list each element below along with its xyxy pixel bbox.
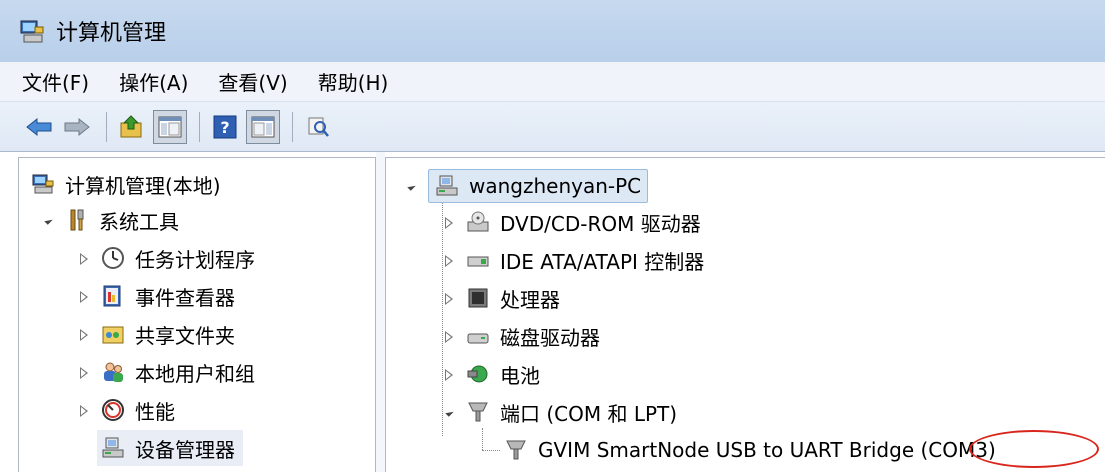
battery-icon [466, 362, 490, 386]
tree-item-ports-com-lpt[interactable]: 端口 (COM 和 LPT) [442, 394, 677, 430]
expand-arrow-icon[interactable] [77, 251, 91, 265]
tree-item-label: 事件查看器 [135, 285, 235, 310]
collapse-arrow-icon[interactable] [404, 179, 418, 193]
tree-item-disk-drives[interactable]: 磁盘驱动器 [442, 318, 600, 354]
expand-arrow-icon[interactable] [442, 367, 456, 381]
tree-item-label: IDE ATA/ATAPI 控制器 [500, 249, 705, 274]
computer-management-icon [31, 172, 55, 196]
annotation-ellipse [969, 430, 1099, 468]
up-folder-icon [120, 114, 142, 137]
tree-connector [482, 450, 500, 451]
tree-item-label: 任务计划程序 [135, 247, 255, 272]
tree-item-dvd-cd-rom-drives[interactable]: DVD/CD-ROM 驱动器 [442, 204, 701, 240]
forward-icon [64, 117, 90, 136]
expand-arrow-icon[interactable] [77, 289, 91, 303]
help-button[interactable]: ? [208, 110, 242, 144]
expand-arrow-icon[interactable] [442, 291, 456, 305]
tree-item-computer-root[interactable]: wangzhenyan-PC [404, 168, 649, 204]
tree-item-label: wangzhenyan-PC [469, 174, 642, 198]
tools-icon [65, 208, 89, 232]
tree-item-label: 性能 [135, 399, 175, 424]
optical-drive-icon [466, 210, 490, 234]
device-manager-icon [101, 436, 125, 460]
show-hide-action-pane-icon [251, 116, 275, 137]
help-icon: ? [213, 115, 237, 138]
tree-item-shared-folders[interactable]: 共享文件夹 [77, 316, 235, 352]
tree-item-task-scheduler[interactable]: 任务计划程序 [77, 240, 255, 276]
tree-item-label: 电池 [500, 363, 540, 388]
hard-disk-icon [466, 324, 490, 348]
performance-gauge-icon [101, 398, 125, 422]
tree-item-event-viewer[interactable]: 事件查看器 [77, 278, 235, 314]
tree-item-label: 处理器 [500, 287, 560, 312]
users-icon [101, 360, 125, 384]
forward-button[interactable] [60, 110, 94, 144]
storage-controller-icon [466, 248, 490, 272]
tree-item-label: 设备管理器 [135, 437, 235, 462]
tree-item-label: 共享文件夹 [135, 323, 235, 348]
tree-item-label: GVIM SmartNode USB to UART Bridge (COM3) [538, 438, 996, 462]
tree-item-label: 端口 (COM 和 LPT) [500, 401, 678, 426]
tree-item-computer-management-local[interactable]: 计算机管理(本地) [31, 166, 221, 202]
port-connector-icon [466, 400, 490, 424]
shared-folder-icon [101, 322, 125, 346]
expand-arrow-icon[interactable] [77, 403, 91, 417]
event-log-icon [101, 284, 125, 308]
collapse-arrow-icon[interactable] [41, 213, 55, 227]
back-icon [26, 117, 52, 136]
menu-file[interactable]: 文件(F) [22, 67, 89, 96]
toolbar-separator [199, 111, 200, 142]
up-folder-button[interactable] [115, 110, 149, 144]
toolbar-separator [106, 111, 107, 142]
expand-arrow-icon[interactable] [442, 253, 456, 267]
expand-arrow-icon[interactable] [442, 329, 456, 343]
processor-chip-icon [466, 286, 490, 310]
menu-view[interactable]: 查看(V) [218, 67, 287, 96]
tree-item-local-users-groups[interactable]: 本地用户和组 [77, 354, 255, 390]
device-tree-pane: wangzhenyan-PC DVD/CD-ROM 驱动器 IDE ATA/AT… [385, 157, 1105, 472]
toolbar: ? [0, 102, 1105, 152]
tree-item-label: 计算机管理(本地) [65, 173, 221, 198]
tree-item-label: DVD/CD-ROM 驱动器 [500, 211, 701, 236]
toolbar-separator [292, 111, 293, 142]
tree-item-label: 磁盘驱动器 [500, 325, 600, 350]
show-hide-action-pane-button[interactable] [246, 109, 280, 144]
expand-arrow-icon[interactable] [77, 327, 91, 341]
pane-splitter[interactable] [376, 152, 385, 472]
tree-connector [482, 428, 483, 450]
tree-item-ide-ata-atapi-controllers[interactable]: IDE ATA/ATAPI 控制器 [442, 242, 704, 278]
computer-management-icon [18, 17, 46, 45]
menu-bar: 文件(F) 操作(A) 查看(V) 帮助(H) [0, 62, 1105, 102]
show-hide-tree-button[interactable] [153, 109, 187, 144]
console-tree-pane: 计算机管理(本地) 系统工具 任务计划程序 事件查看器 共享文件夹 本地用户和组… [18, 157, 376, 472]
collapse-arrow-icon[interactable] [442, 405, 456, 419]
tree-item-device-manager[interactable]: 设备管理器 [97, 430, 243, 466]
tree-item-label: 系统工具 [99, 209, 179, 234]
menu-action[interactable]: 操作(A) [119, 67, 188, 96]
menu-help[interactable]: 帮助(H) [318, 67, 389, 96]
back-button[interactable] [22, 110, 56, 144]
port-connector-icon [504, 438, 528, 462]
window-title: 计算机管理 [56, 21, 167, 46]
tree-item-batteries[interactable]: 电池 [442, 356, 540, 392]
clock-icon [101, 246, 125, 270]
show-hide-tree-icon [158, 116, 182, 137]
properties-button[interactable] [301, 110, 335, 144]
svg-text:?: ? [220, 118, 229, 137]
computer-icon [435, 174, 459, 198]
tree-item-label: 本地用户和组 [135, 361, 255, 386]
properties-icon [308, 117, 329, 137]
tree-item-system-tools[interactable]: 系统工具 [41, 202, 179, 238]
tree-item-usb-uart-bridge-com3[interactable]: GVIM SmartNode USB to UART Bridge (COM3) [504, 432, 996, 468]
tree-item-processors[interactable]: 处理器 [442, 280, 560, 316]
expand-arrow-icon[interactable] [442, 215, 456, 229]
title-bar: 计算机管理 [0, 0, 1105, 62]
tree-item-performance[interactable]: 性能 [77, 392, 175, 428]
expand-arrow-icon[interactable] [77, 365, 91, 379]
selected-node: wangzhenyan-PC [428, 169, 649, 203]
